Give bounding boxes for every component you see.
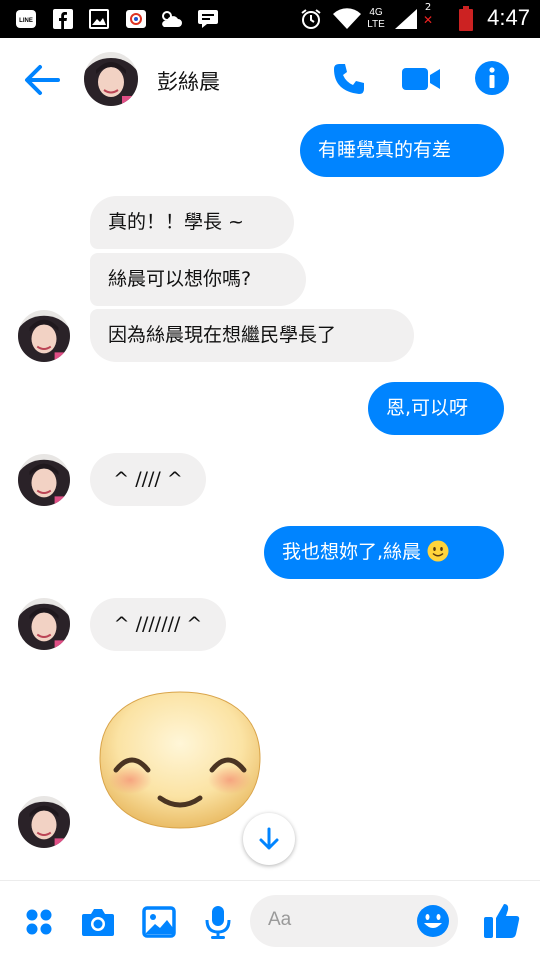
message-bubble-outgoing[interactable]: 恩,可以呀 xyxy=(368,382,504,435)
camera-button[interactable] xyxy=(79,903,117,941)
arrow-left-icon xyxy=(25,65,60,95)
message-bubble-incoming[interactable]: 因為絲晨現在想繼民學長了 xyxy=(90,309,414,362)
message-bubble-outgoing[interactable]: 有睡覺真的有差 xyxy=(300,124,504,177)
message-composer: Aa xyxy=(0,880,540,960)
thumbs-up-icon xyxy=(484,904,520,938)
message-bubble-incoming[interactable]: 真的！！學長 ~ xyxy=(90,196,294,249)
like-button[interactable] xyxy=(482,901,522,941)
grid-icon xyxy=(26,909,52,935)
sender-avatar[interactable] xyxy=(18,454,70,506)
sender-avatar[interactable] xyxy=(18,796,70,848)
emoji-button[interactable] xyxy=(416,904,450,938)
contact-name[interactable]: 彭絲晨 xyxy=(157,66,220,96)
arrow-down-icon xyxy=(259,827,279,850)
emoji-icon xyxy=(417,905,449,937)
image-icon xyxy=(142,906,176,938)
facebook-icon xyxy=(52,9,74,29)
conversation-header: 彭絲晨 xyxy=(0,38,540,120)
contact-avatar[interactable] xyxy=(84,52,138,106)
alarm-icon xyxy=(298,9,324,29)
gallery-icon xyxy=(88,9,110,29)
info-icon xyxy=(475,61,509,95)
no-sim-icon: ✕ xyxy=(422,13,434,27)
camera-icon xyxy=(82,909,114,936)
smiling-face-icon xyxy=(427,530,449,562)
message-text: 我也想妳了,絲晨 xyxy=(282,541,422,563)
line-icon: LINE xyxy=(14,9,38,29)
gallery-button[interactable] xyxy=(140,903,178,941)
weather-icon xyxy=(158,9,184,29)
info-button[interactable] xyxy=(474,60,510,96)
message-bubble-incoming[interactable]: ^ /////// ^ xyxy=(90,598,226,651)
sender-avatar[interactable] xyxy=(18,598,70,650)
back-button[interactable] xyxy=(22,62,62,98)
voice-call-button[interactable] xyxy=(330,60,368,98)
sim-slot-indicator: 2 ✕ xyxy=(422,2,434,27)
message-bubble-outgoing[interactable]: 我也想妳了,絲晨 xyxy=(264,526,504,579)
message-bubble-incoming[interactable]: ^ //// ^ xyxy=(90,453,206,506)
message-input[interactable]: Aa xyxy=(250,895,458,947)
video-call-button[interactable] xyxy=(400,62,442,96)
phone-icon xyxy=(334,64,364,94)
clock: 4:47 xyxy=(487,5,530,30)
message-bubble-incoming[interactable]: 絲晨可以想你嗎? xyxy=(90,253,306,306)
message-input-placeholder: Aa xyxy=(268,909,292,930)
app-icon xyxy=(124,9,148,29)
more-actions-button[interactable] xyxy=(20,903,58,941)
wifi-icon xyxy=(332,8,362,29)
message-icon xyxy=(196,9,220,29)
blushing-smiley-sticker[interactable] xyxy=(96,688,264,830)
sender-avatar[interactable] xyxy=(18,310,70,362)
microphone-icon xyxy=(205,906,231,939)
battery-icon xyxy=(457,6,475,32)
scroll-to-bottom-button[interactable] xyxy=(243,813,295,865)
network-type: 4G LTE xyxy=(367,7,385,30)
video-camera-icon xyxy=(402,68,440,90)
status-bar: LINE 4G LTE 2 ✕ 4:47 xyxy=(0,0,540,38)
signal-icon xyxy=(393,9,419,29)
svg-text:LINE: LINE xyxy=(19,18,33,24)
voice-message-button[interactable] xyxy=(199,903,237,941)
